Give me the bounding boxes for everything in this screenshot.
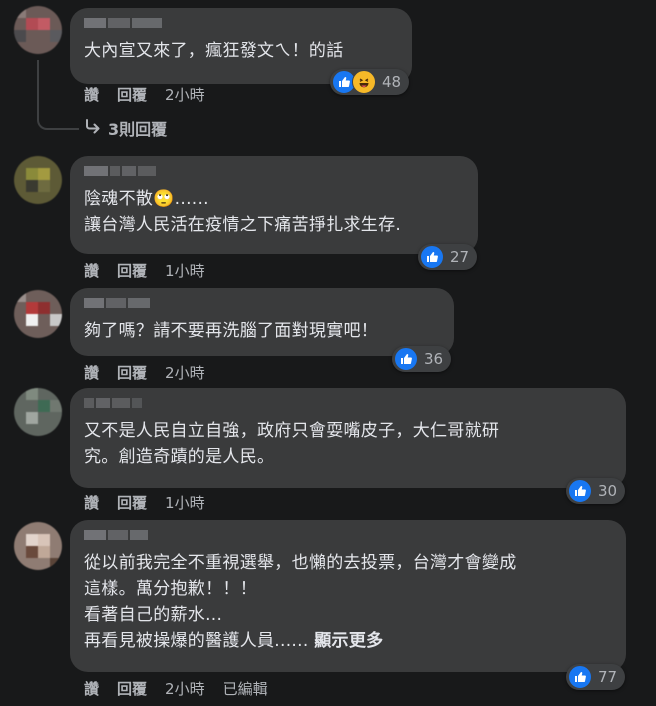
author-name-blurred[interactable]	[84, 166, 464, 178]
reaction-summary[interactable]: 36	[392, 346, 452, 372]
reaction-count: 48	[382, 73, 402, 91]
timestamp[interactable]: 1小時	[165, 260, 205, 281]
like-icon	[568, 665, 592, 689]
avatar[interactable]	[14, 156, 62, 204]
comment-text: 大內宣又來了，瘋狂發文ㄟ！的話	[84, 41, 344, 61]
author-name-blurred[interactable]	[84, 530, 612, 542]
comment-actions: 讚 回覆 2小時	[84, 84, 205, 105]
comment-text: 陰魂不散🙄...... 讓台灣人民活在疫情之下痛苦掙扎求生存.	[84, 189, 402, 235]
comment-text-body: 從以前我完全不重視選舉，也懶的去投票，台灣才會變成 這樣。萬分抱歉！！！ 看著自…	[84, 553, 517, 651]
replies-count-label: 3則回覆	[108, 120, 168, 139]
timestamp[interactable]: 2小時	[165, 84, 205, 105]
avatar[interactable]	[14, 388, 62, 436]
reply-button[interactable]: 回覆	[117, 492, 147, 513]
like-button[interactable]: 讚	[84, 260, 99, 281]
like-button[interactable]: 讚	[84, 492, 99, 513]
reaction-count: 77	[598, 668, 618, 686]
thread-line	[37, 60, 79, 130]
author-name-blurred[interactable]	[84, 398, 612, 410]
reply-button[interactable]: 回覆	[117, 84, 147, 105]
reaction-summary[interactable]: 48	[330, 69, 410, 95]
reply-arrow-icon	[84, 118, 102, 138]
like-icon	[568, 479, 592, 503]
comment-bubble: 從以前我完全不重視選舉，也懶的去投票，台灣才會變成 這樣。萬分抱歉！！！ 看著自…	[70, 520, 626, 672]
view-replies-link[interactable]: 3則回覆	[84, 116, 167, 140]
author-name-blurred[interactable]	[84, 298, 440, 310]
comment-text: 又不是人民自立自強，政府只會耍嘴皮子，大仁哥就研 究。創造奇蹟的是人民。	[84, 421, 500, 467]
reply-button[interactable]: 回覆	[117, 362, 147, 383]
reply-button[interactable]: 回覆	[117, 260, 147, 281]
reaction-count: 30	[598, 482, 618, 500]
comment-text: 夠了嗎？請不要再洗腦了面對現實吧！	[84, 321, 379, 341]
timestamp[interactable]: 2小時	[165, 678, 205, 699]
avatar[interactable]	[14, 6, 62, 54]
like-icon	[394, 347, 418, 371]
comment-bubble: 又不是人民自立自強，政府只會耍嘴皮子，大仁哥就研 究。創造奇蹟的是人民。	[70, 388, 626, 488]
reaction-count: 27	[450, 248, 470, 266]
haha-icon	[352, 70, 376, 94]
comment-bubble: 夠了嗎？請不要再洗腦了面對現實吧！	[70, 288, 454, 356]
comment-actions: 讚 回覆 1小時	[84, 260, 205, 281]
comment-actions: 讚 回覆 2小時 已編輯	[84, 678, 268, 699]
reaction-count: 36	[424, 350, 444, 368]
edited-label[interactable]: 已編輯	[223, 678, 268, 699]
reply-button[interactable]: 回覆	[117, 678, 147, 699]
timestamp[interactable]: 2小時	[165, 362, 205, 383]
reaction-summary[interactable]: 27	[418, 244, 478, 270]
comment-actions: 讚 回覆 1小時	[84, 492, 205, 513]
comment-actions: 讚 回覆 2小時	[84, 362, 205, 383]
like-button[interactable]: 讚	[84, 84, 99, 105]
reaction-summary[interactable]: 30	[566, 478, 626, 504]
like-button[interactable]: 讚	[84, 362, 99, 383]
reaction-summary[interactable]: 77	[566, 664, 626, 690]
like-icon	[420, 245, 444, 269]
avatar[interactable]	[14, 290, 62, 338]
avatar[interactable]	[14, 522, 62, 570]
author-name-blurred[interactable]	[84, 18, 398, 30]
comment-bubble: 陰魂不散🙄...... 讓台灣人民活在疫情之下痛苦掙扎求生存.	[70, 156, 478, 254]
see-more-link[interactable]: 顯示更多	[314, 631, 383, 651]
comment-text: 從以前我完全不重視選舉，也懶的去投票，台灣才會變成 這樣。萬分抱歉！！！ 看著自…	[84, 550, 612, 654]
like-button[interactable]: 讚	[84, 678, 99, 699]
timestamp[interactable]: 1小時	[165, 492, 205, 513]
